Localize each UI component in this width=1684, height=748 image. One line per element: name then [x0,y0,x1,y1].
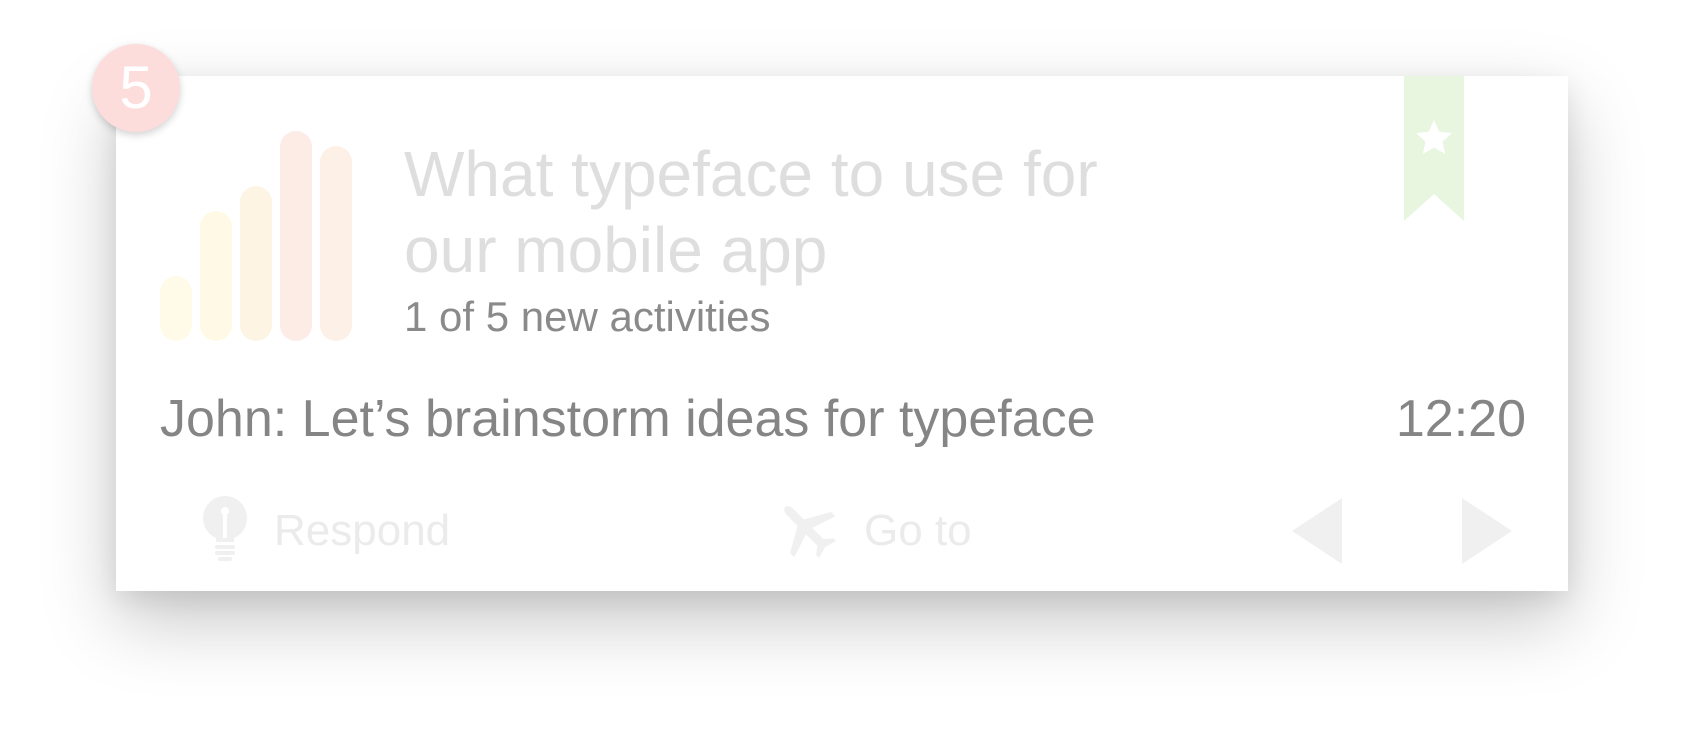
go-to-button[interactable]: Go to [774,496,972,566]
go-to-label: Go to [864,506,972,555]
respond-button[interactable]: Respond [200,495,451,567]
latest-message: John: Let’s brainstorm ideas for typefac… [160,390,1096,448]
message-time: 12:20 [1395,390,1526,448]
star-bookmark-icon[interactable] [1404,76,1464,221]
notification-card[interactable]: What typeface to use for our mobile app … [116,76,1568,591]
triangle-left-icon[interactable] [1292,498,1342,564]
activity-bar [280,131,312,341]
activity-level-chart [160,131,360,341]
activity-bar [240,185,272,341]
triangle-right-icon[interactable] [1462,498,1512,564]
activity-bar [200,210,232,341]
activity-count: 1 of 5 new activities [404,293,771,340]
airplane-icon [774,496,840,567]
stage: 5 What typeface to use for our mobile ap… [0,0,1684,748]
lightbulb-icon [200,495,250,567]
activity-bar [320,145,352,341]
thread-title: What typeface to use for our mobile app [404,138,1098,286]
activity-bar [160,275,192,341]
unread-count-badge: 5 [92,44,180,132]
respond-label: Respond [274,506,451,555]
